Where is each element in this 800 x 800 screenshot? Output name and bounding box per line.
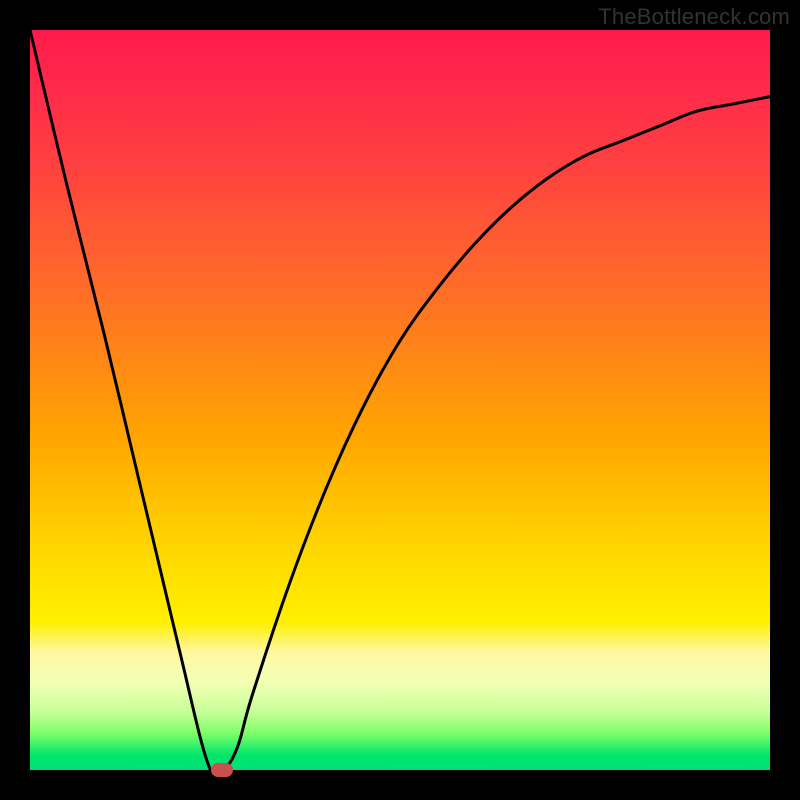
optimal-point-marker [211, 763, 233, 777]
bottleneck-curve [30, 30, 770, 770]
chart-plot-area [30, 30, 770, 770]
watermark-text: TheBottleneck.com [598, 4, 790, 30]
chart-frame: TheBottleneck.com [0, 0, 800, 800]
